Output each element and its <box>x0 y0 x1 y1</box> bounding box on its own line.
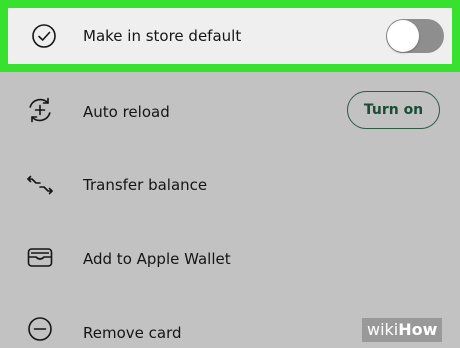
card-options-screen: Make in store default Auto reload Turn o… <box>0 0 460 345</box>
watermark-how: How <box>398 320 438 339</box>
transfer-arrows-icon <box>23 168 57 202</box>
checkmark-circle-icon <box>27 19 61 53</box>
menu-row-auto-reload[interactable]: Auto reload Turn on <box>0 91 460 129</box>
make-default-toggle[interactable] <box>386 19 444 53</box>
transfer-balance-label: Transfer balance <box>83 176 208 194</box>
wallet-icon <box>23 240 57 274</box>
auto-reload-label: Auto reload <box>83 103 170 121</box>
menu-row-transfer-balance[interactable]: Transfer balance <box>0 166 460 204</box>
minus-circle-icon <box>23 314 57 348</box>
reload-plus-icon <box>23 93 57 127</box>
toggle-knob <box>387 20 419 52</box>
menu-row-make-default[interactable]: Make in store default <box>8 8 452 64</box>
menu-row-apple-wallet[interactable]: Add to Apple Wallet <box>0 240 460 278</box>
make-default-label: Make in store default <box>83 27 242 45</box>
turn-on-button[interactable]: Turn on <box>347 91 440 129</box>
wikihow-watermark: wikiHow <box>362 318 443 342</box>
apple-wallet-label: Add to Apple Wallet <box>83 250 231 268</box>
watermark-wiki: wiki <box>367 320 399 339</box>
remove-card-label: Remove card <box>83 324 182 342</box>
